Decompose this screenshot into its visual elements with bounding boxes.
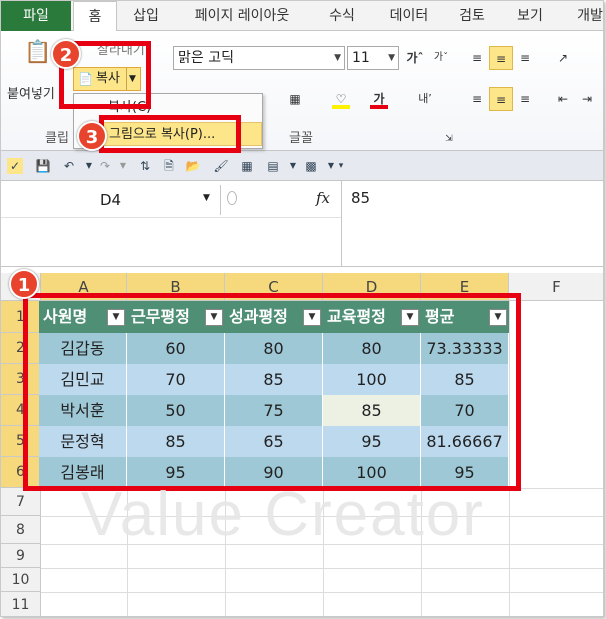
align-right-icon[interactable]: ≡	[513, 87, 537, 111]
increase-indent-icon[interactable]: ⇥	[575, 87, 599, 111]
excel-logo-icon: ✓	[7, 158, 23, 174]
tab-home[interactable]: 홈	[73, 1, 117, 32]
sort-icon[interactable]: ⇅	[137, 158, 153, 174]
shrink-font-icon[interactable]: 가ˇ	[429, 46, 453, 70]
redo-icon[interactable]: ↷	[97, 158, 113, 174]
font-color-bar	[370, 105, 388, 109]
orientation-icon[interactable]: ↗	[551, 46, 575, 70]
chevron-down-icon[interactable]: ▼	[285, 158, 301, 174]
font-group-label: 글꼴	[289, 131, 313, 146]
tab-formulas[interactable]: 수식	[319, 1, 365, 31]
formula-bar: D4 ▼ fx 85	[1, 181, 603, 267]
tab-file[interactable]: 파일	[1, 1, 71, 31]
formula-bar-resize-icon[interactable]	[227, 191, 237, 205]
open-icon[interactable]: 📂	[185, 158, 201, 174]
tab-data[interactable]: 데이터	[377, 1, 441, 31]
worksheet-grid[interactable]: A B C D E F 1 2 3 4 5 6 7 8 9 10 11 사원명	[1, 269, 603, 616]
dialog-launcher-icon[interactable]: ⇲	[437, 127, 461, 151]
align-center-icon[interactable]: ≡	[489, 87, 513, 111]
clipboard-icon[interactable]: 📋	[21, 41, 55, 71]
align-left-icon[interactable]: ≡	[465, 87, 489, 111]
decrease-indent-icon[interactable]: ⇤	[551, 87, 575, 111]
align-bottom-icon[interactable]: ≡	[513, 46, 537, 70]
row-header-7[interactable]: 7	[1, 488, 41, 516]
ribbon-tabs: 파일 홈 삽입 페이지 레이아웃 수식 데이터 검토 보기 개발	[1, 1, 603, 32]
tab-review[interactable]: 검토	[449, 1, 495, 31]
row-header-10[interactable]: 10	[1, 568, 41, 592]
columns-icon[interactable]: ▤	[265, 158, 281, 174]
fx-icon[interactable]: fx	[316, 189, 330, 207]
tab-insert[interactable]: 삽입	[123, 1, 169, 31]
undo-icon[interactable]: ↶	[61, 158, 77, 174]
table-icon[interactable]: ▦	[239, 158, 255, 174]
row-header-9[interactable]: 9	[1, 544, 41, 568]
font-size-value: 11	[352, 50, 370, 66]
chart-icon[interactable]: ▩	[303, 158, 319, 174]
font-size-select[interactable]: 11 ▼	[347, 46, 399, 70]
tab-page-layout[interactable]: 페이지 레이아웃	[177, 1, 307, 31]
font-color-icon[interactable]: 가	[367, 87, 391, 111]
quick-access-toolbar: ✓ 💾 ↶ ▼ ↷ ▼ ⇅ 🗎 📂 🖌 ▦ ▤ ▼ ▩ ▼ ▾	[1, 151, 603, 181]
font-name-select[interactable]: 맑은 고딕 ▼	[173, 46, 345, 70]
align-top-icon[interactable]: ≡	[465, 46, 489, 70]
highlight-box-table	[23, 293, 521, 491]
formula-input[interactable]: 85	[351, 189, 370, 207]
highlight-box-copy-as-picture	[99, 115, 241, 153]
save-icon[interactable]: 💾	[35, 158, 51, 174]
border-icon[interactable]: ▦	[283, 87, 307, 111]
name-box[interactable]: D4	[1, 185, 221, 215]
fill-color-bar	[332, 105, 350, 109]
new-file-icon[interactable]: 🗎	[161, 158, 177, 174]
step-badge-1: 1	[9, 269, 39, 299]
chevron-down-icon: ▼	[388, 53, 395, 63]
tab-view[interactable]: 보기	[507, 1, 553, 31]
phonetic-icon[interactable]: 내’	[413, 87, 437, 111]
row-header-8[interactable]: 8	[1, 516, 41, 544]
chevron-down-icon[interactable]: ▼	[115, 158, 131, 174]
row-header-11[interactable]: 11	[1, 592, 41, 616]
watermark: Value Creator	[81, 480, 485, 549]
font-name-value: 맑은 고딕	[178, 50, 234, 66]
column-header-f[interactable]: F	[509, 273, 603, 301]
chevron-down-icon[interactable]: ▼	[81, 158, 97, 174]
formula-divider	[341, 181, 342, 267]
chevron-down-icon: ▼	[334, 53, 341, 63]
align-middle-icon[interactable]: ≡	[489, 46, 513, 70]
namebox-divider	[1, 217, 341, 218]
grow-font-icon[interactable]: 가ˆ	[403, 46, 427, 70]
chevron-down-icon[interactable]: ▼	[203, 193, 210, 203]
customize-qat-icon[interactable]: ▾	[333, 158, 349, 174]
step-badge-3: 3	[77, 121, 107, 151]
fill-color-icon[interactable]: ♡	[329, 87, 353, 111]
paste-button[interactable]: 붙여넣기	[7, 83, 55, 102]
excel-window: 파일 홈 삽입 페이지 레이아웃 수식 데이터 검토 보기 개발 📋 붙여넣기 …	[0, 0, 604, 617]
tab-developer[interactable]: 개발	[567, 1, 603, 31]
format-painter-icon[interactable]: 🖌	[213, 158, 229, 174]
step-badge-2: 2	[51, 39, 81, 69]
clipboard-group-label: 클립	[45, 131, 69, 146]
